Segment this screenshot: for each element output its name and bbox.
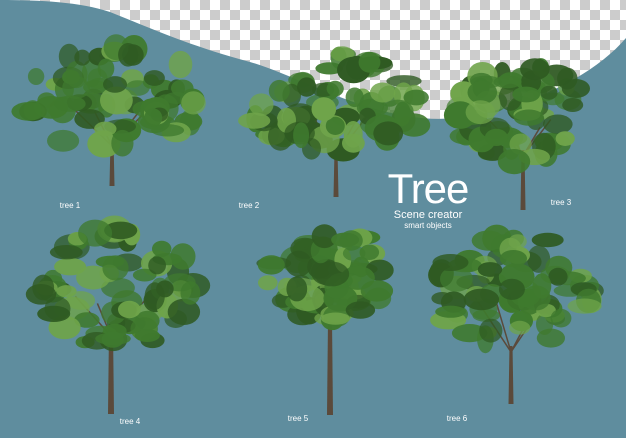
foliage-cluster bbox=[257, 255, 285, 275]
foliage-cluster bbox=[562, 98, 584, 112]
foliage-cluster bbox=[180, 281, 201, 305]
foliage-cluster bbox=[102, 255, 129, 281]
foliage-cluster bbox=[342, 133, 365, 153]
foliage-cluster bbox=[540, 85, 558, 100]
foliage-cluster bbox=[561, 79, 591, 98]
foliage-cluster bbox=[144, 282, 165, 311]
foliage-cluster bbox=[101, 331, 124, 348]
foliage-cluster bbox=[463, 288, 500, 311]
foliage-cluster bbox=[498, 278, 525, 300]
foliage-cluster bbox=[258, 275, 278, 291]
foliage-cluster bbox=[345, 301, 376, 319]
foliage-cluster bbox=[512, 86, 541, 103]
foliage-cluster bbox=[513, 109, 545, 126]
foliage-cluster bbox=[555, 131, 575, 147]
foliage-cluster bbox=[360, 280, 394, 302]
foliage-cluster bbox=[520, 58, 550, 81]
tree-6-label: tree 6 bbox=[446, 414, 468, 423]
foliage-cluster bbox=[567, 298, 602, 314]
foliage-cluster bbox=[97, 58, 115, 79]
foliage-cluster bbox=[32, 274, 55, 301]
tree-trunk bbox=[327, 320, 333, 415]
foliage-cluster bbox=[532, 273, 552, 299]
tree-4-label: tree 4 bbox=[119, 417, 141, 426]
foliage-cluster bbox=[286, 276, 308, 302]
foliage-cluster bbox=[54, 95, 86, 112]
foliage-cluster bbox=[311, 97, 337, 121]
foliage-cluster bbox=[342, 245, 366, 261]
foliage-cluster bbox=[509, 320, 531, 335]
foliage-cluster bbox=[181, 91, 206, 115]
foliage-cluster bbox=[44, 296, 71, 321]
foliage-cluster bbox=[326, 80, 344, 97]
foliage-cluster bbox=[358, 51, 381, 73]
tree-1-label: tree 1 bbox=[59, 201, 81, 210]
foliage-cluster bbox=[331, 232, 360, 247]
foliage-cluster bbox=[370, 82, 396, 103]
foliage-cluster bbox=[118, 300, 141, 319]
foliage-cluster bbox=[479, 318, 503, 343]
foliage-cluster bbox=[23, 100, 42, 121]
foliage-cluster bbox=[148, 256, 167, 275]
tree-3-label: tree 3 bbox=[550, 198, 572, 207]
foliage-cluster bbox=[477, 262, 503, 277]
foliage-cluster bbox=[47, 129, 80, 152]
scene-canvas bbox=[0, 0, 626, 438]
tree-2-label: tree 2 bbox=[238, 201, 260, 210]
foliage-cluster bbox=[293, 122, 310, 149]
foliage-cluster bbox=[118, 43, 139, 67]
page-tagline: smart objects bbox=[404, 221, 452, 230]
foliage-cluster bbox=[78, 219, 113, 247]
foliage-cluster bbox=[314, 261, 350, 287]
foliage-cluster bbox=[249, 93, 274, 116]
foliage-cluster bbox=[94, 121, 117, 137]
foliage-cluster bbox=[27, 68, 45, 85]
page-title: Tree bbox=[387, 165, 470, 212]
foliage-cluster bbox=[111, 129, 134, 157]
foliage-cluster bbox=[321, 312, 350, 325]
foliage-cluster bbox=[550, 308, 572, 328]
tree-5-label: tree 5 bbox=[287, 414, 309, 423]
foliage-cluster bbox=[143, 70, 165, 86]
foliage-cluster bbox=[403, 89, 429, 106]
foliage-cluster bbox=[548, 267, 568, 286]
foliage-cluster bbox=[373, 121, 404, 146]
foliage-cluster bbox=[435, 305, 466, 318]
foliage-cluster bbox=[268, 79, 290, 102]
foliage-cluster bbox=[49, 245, 83, 260]
foliage-cluster bbox=[130, 317, 158, 341]
foliage-cluster bbox=[465, 100, 496, 125]
foliage-cluster bbox=[543, 114, 573, 134]
foliage-cluster bbox=[499, 250, 527, 268]
foliage-cluster bbox=[432, 254, 469, 271]
foliage-cluster bbox=[56, 285, 77, 298]
title-block: Tree Scene creator smart objects bbox=[378, 168, 478, 231]
foliage-cluster bbox=[144, 108, 163, 127]
foliage-cluster bbox=[531, 232, 564, 248]
foliage-cluster bbox=[497, 149, 531, 175]
foliage-cluster bbox=[103, 76, 127, 93]
foliage-cluster bbox=[74, 49, 91, 66]
foliage-cluster bbox=[168, 50, 193, 79]
foliage-cluster bbox=[484, 128, 508, 146]
foliage-cluster bbox=[345, 87, 364, 108]
